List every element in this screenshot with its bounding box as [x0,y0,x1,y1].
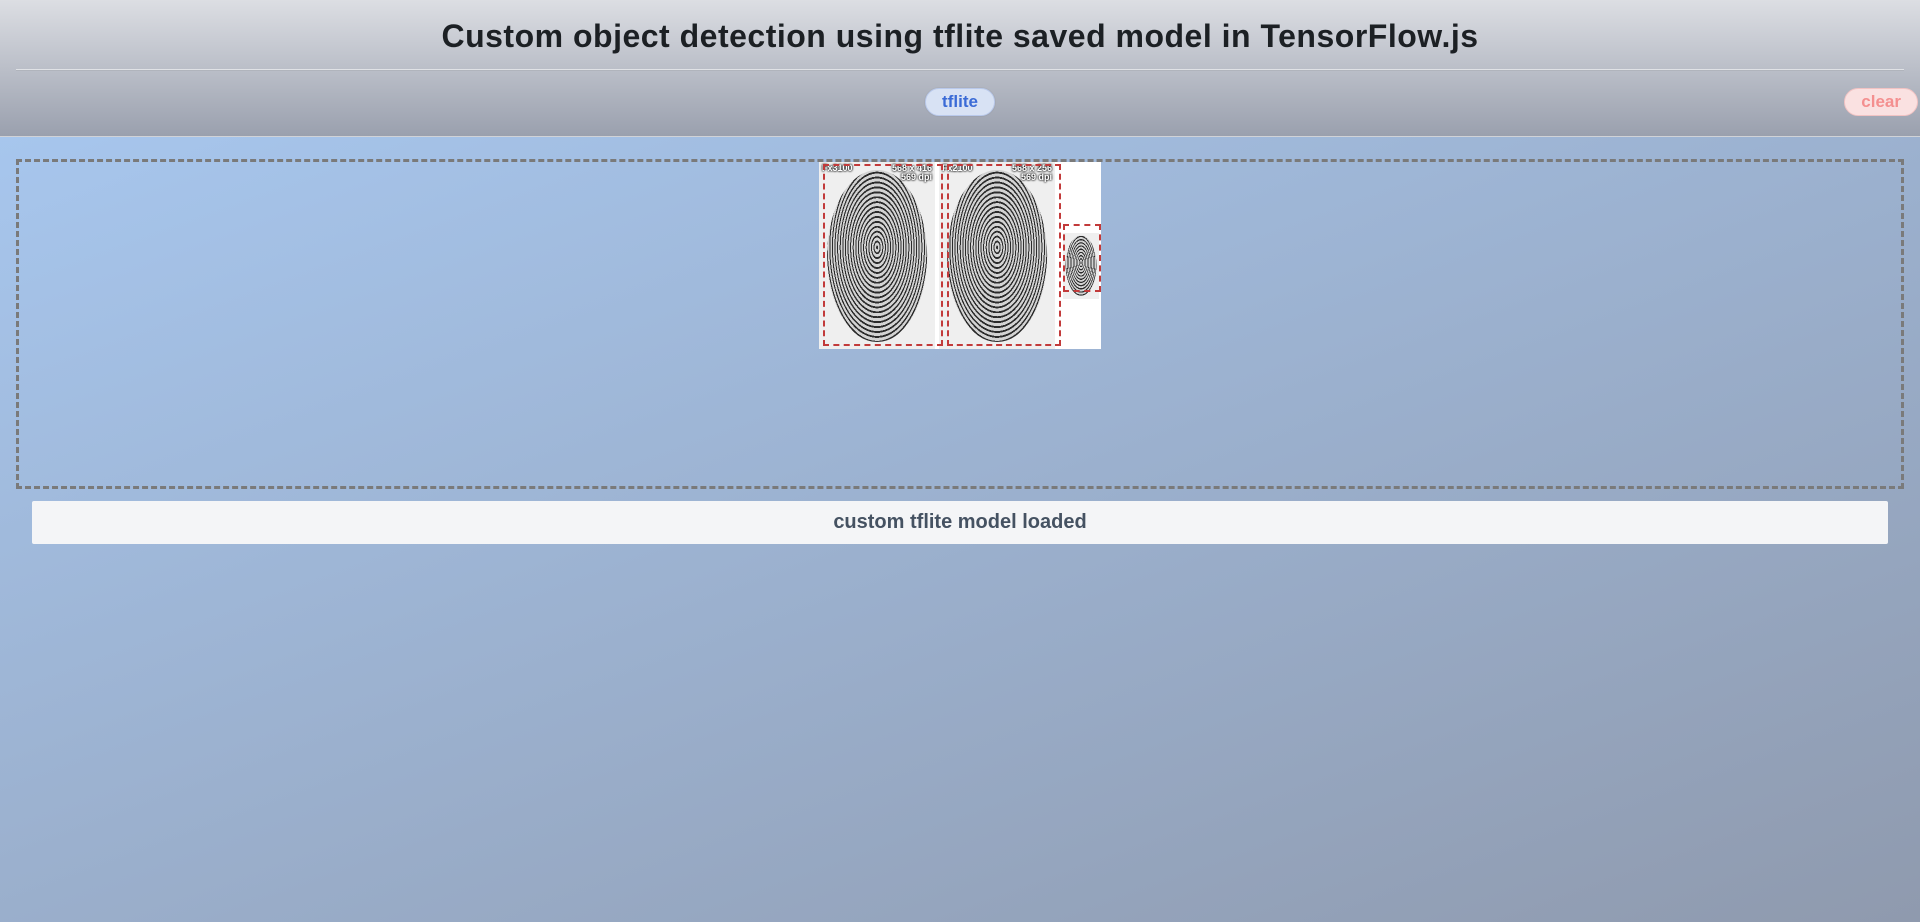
detection-meta-label: 568 x 256 569 dpi [1012,164,1052,183]
fingerprint-icon [1066,235,1097,296]
clear-button[interactable]: clear [1844,88,1918,116]
fingerprint-tile: Fx3100 568 x 416 569 dpi [819,162,935,349]
page-title: Custom object detection using tflite sav… [16,10,1904,69]
fingerprint-icon [947,169,1047,341]
detection-class-label: Fx2100 [942,164,973,173]
toolbar: tflite clear [16,84,1904,120]
fingerprint-icon [827,169,927,341]
select-model-button[interactable]: tflite [925,88,995,116]
fingerprint-tile: Solid state 96 x 96 250 dpi [1063,233,1099,299]
fingerprint-tile: Fx2100 568 x 256 569 dpi [939,162,1055,349]
detection-meta-label: 568 x 416 569 dpi [892,164,932,183]
app-header: Custom object detection using tflite sav… [0,0,1920,137]
status-message: custom tflite model loaded [32,501,1888,544]
image-dropzone[interactable]: Fx3100 568 x 416 569 dpi Fx2100 568 x 25… [16,159,1904,489]
divider [16,69,1904,70]
stage: Fx3100 568 x 416 569 dpi Fx2100 568 x 25… [0,137,1920,558]
preview-canvas: Fx3100 568 x 416 569 dpi Fx2100 568 x 25… [819,162,1101,349]
detection-class-label: Fx3100 [822,164,853,173]
